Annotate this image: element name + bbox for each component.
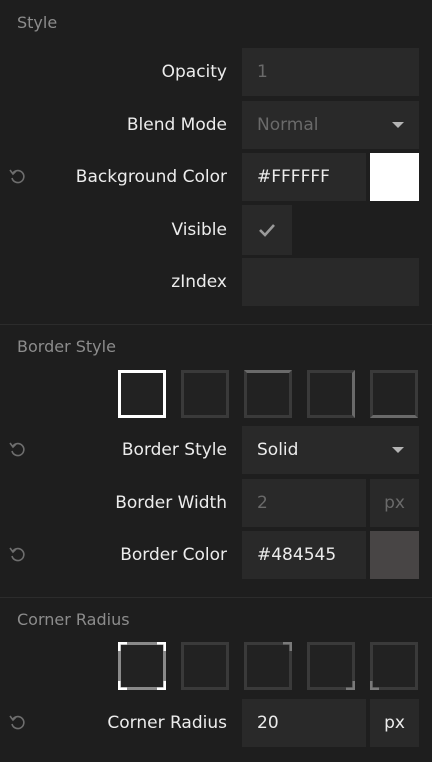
corner-preset-all[interactable] <box>118 642 166 690</box>
opacity-label: Opacity <box>161 62 227 82</box>
corner-bottom-left-icon <box>370 681 379 690</box>
section-divider <box>0 597 432 598</box>
zindex-input[interactable] <box>242 258 419 306</box>
checkmark-icon <box>259 224 275 237</box>
border-preset-all[interactable] <box>118 370 166 418</box>
zindex-label: zIndex <box>171 272 227 292</box>
border-style-select[interactable]: Solid <box>242 426 419 474</box>
blend-mode-label: Blend Mode <box>126 115 227 135</box>
visible-checkbox[interactable] <box>242 205 292 255</box>
reset-icon[interactable] <box>8 713 28 733</box>
visible-label: Visible <box>171 220 227 240</box>
corner-top-right-icon <box>283 642 292 651</box>
corner-section-title: Corner Radius <box>17 610 130 629</box>
border-color-label: Border Color <box>120 545 227 565</box>
border-preset-top[interactable] <box>244 370 292 418</box>
border-color-input[interactable]: #484545 <box>242 531 366 579</box>
opacity-input[interactable]: 1 <box>242 48 419 96</box>
border-width-unit[interactable]: px <box>370 479 419 527</box>
border-color-swatch[interactable] <box>370 531 419 579</box>
corner-radius-unit[interactable]: px <box>370 699 419 747</box>
corner-radius-label: Corner Radius <box>107 713 227 733</box>
corner-radius-input[interactable]: 20 <box>242 699 366 747</box>
background-color-swatch[interactable] <box>370 153 419 201</box>
corner-bottom-right-icon <box>346 681 355 690</box>
border-style-label: Border Style <box>121 440 227 460</box>
reset-icon[interactable] <box>8 167 28 187</box>
reset-icon[interactable] <box>8 440 28 460</box>
section-divider <box>0 324 432 325</box>
chevron-down-icon <box>392 122 404 128</box>
border-width-label: Border Width <box>115 493 227 513</box>
border-width-input[interactable]: 2 <box>242 479 366 527</box>
background-color-input[interactable]: #FFFFFF <box>242 153 366 201</box>
border-preset-none[interactable] <box>181 370 229 418</box>
style-section-title: Style <box>17 13 58 32</box>
corner-preset-bottom-right[interactable] <box>307 642 355 690</box>
border-style-value: Solid <box>257 440 299 460</box>
blend-mode-select[interactable]: Normal <box>242 101 419 149</box>
border-preset-right[interactable] <box>307 370 355 418</box>
chevron-down-icon <box>392 447 404 453</box>
corner-preset-none[interactable] <box>181 642 229 690</box>
corner-all-icon <box>118 642 166 690</box>
corner-preset-top-right[interactable] <box>244 642 292 690</box>
corner-preset-bottom-left[interactable] <box>370 642 418 690</box>
border-section-title: Border Style <box>17 337 116 356</box>
background-color-label: Background Color <box>75 167 227 187</box>
reset-icon[interactable] <box>8 545 28 565</box>
blend-mode-value: Normal <box>257 115 319 135</box>
border-preset-bottom[interactable] <box>370 370 418 418</box>
